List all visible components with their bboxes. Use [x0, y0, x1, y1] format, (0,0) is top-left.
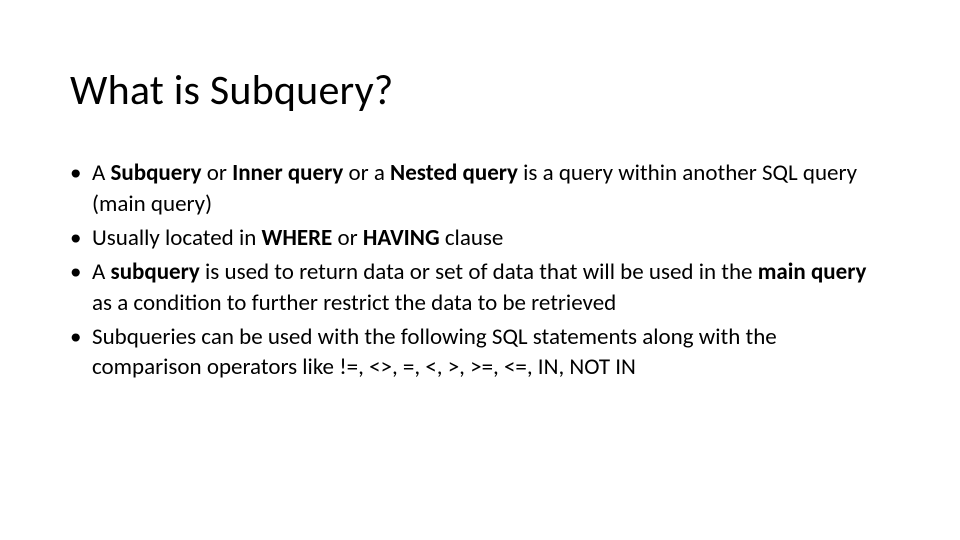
bullet-text-bold: subquery [111, 258, 200, 286]
bullet-text: clause [440, 224, 504, 252]
bullet-text-bold: main query [758, 258, 867, 286]
bullet-text-bold: Nested query [390, 159, 518, 187]
bullet-text: as a condition to further restrict the d… [92, 289, 616, 317]
bullet-text: or a [343, 159, 390, 187]
bullet-item: Usually located in WHERE or HAVING claus… [70, 223, 890, 253]
bullet-text-bold: HAVING [363, 224, 440, 252]
slide-title: What is Subquery? [70, 68, 890, 114]
bullet-list: A Subquery or Inner query or a Nested qu… [70, 158, 890, 383]
bullet-text: A [92, 159, 111, 187]
bullet-item: A Subquery or Inner query or a Nested qu… [70, 158, 890, 219]
bullet-text: Usually located in [92, 224, 262, 252]
bullet-text: or [202, 159, 233, 187]
bullet-text-bold: WHERE [262, 224, 333, 252]
bullet-text: Subqueries can be used with the followin… [92, 323, 777, 381]
bullet-text: or [332, 224, 363, 252]
bullet-text-bold: Subquery [111, 159, 202, 187]
bullet-text: A [92, 258, 111, 286]
bullet-text-bold: Inner query [232, 159, 343, 187]
bullet-item: Subqueries can be used with the followin… [70, 322, 890, 383]
slide: What is Subquery? A Subquery or Inner qu… [0, 0, 960, 540]
bullet-item: A subquery is used to return data or set… [70, 257, 890, 318]
bullet-text: is used to return data or set of data th… [200, 258, 758, 286]
